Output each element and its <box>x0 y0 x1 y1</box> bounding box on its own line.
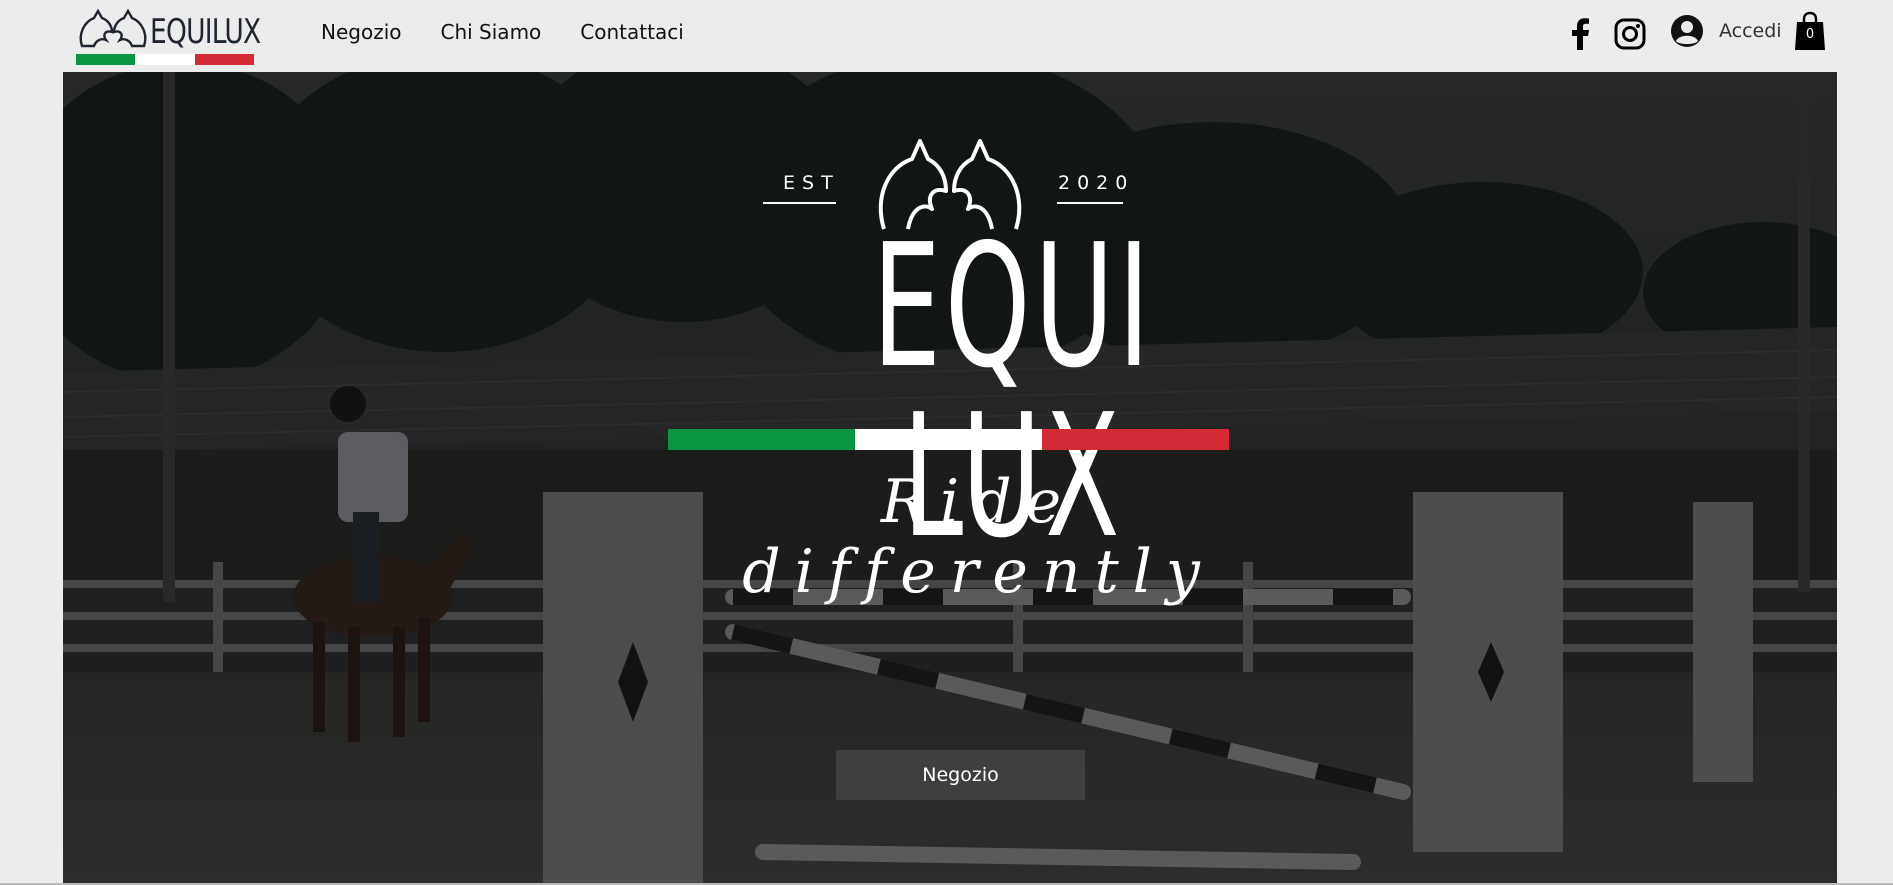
cart-count: 0 <box>1805 27 1815 42</box>
login-button[interactable]: Accedi <box>1671 15 1782 47</box>
social-links <box>1568 18 1646 50</box>
nav-chi-siamo[interactable]: Chi Siamo <box>441 20 542 44</box>
instagram-icon[interactable] <box>1614 18 1646 50</box>
nav-contattaci[interactable]: Contattaci <box>580 20 683 44</box>
logo-italian-flag <box>76 54 254 65</box>
cart-button[interactable]: 0 <box>1794 11 1826 51</box>
hero-tagline: Ride differently <box>742 467 1214 607</box>
login-label: Accedi <box>1719 20 1782 42</box>
main-nav: Negozio Chi Siamo Contattaci <box>321 20 684 44</box>
hero-italian-flag <box>668 429 1229 450</box>
site-logo[interactable]: EQUILUX <box>74 6 261 66</box>
est-year: 2020 <box>1058 172 1135 194</box>
year-underline <box>1057 202 1123 204</box>
logo-wordmark: EQUILUX <box>150 12 261 52</box>
shop-cta-button[interactable]: Negozio <box>836 750 1085 800</box>
nav-negozio[interactable]: Negozio <box>321 20 402 44</box>
facebook-icon[interactable] <box>1568 18 1592 50</box>
horse-heads-logo-icon <box>79 8 147 48</box>
site-header: EQUILUX Negozio Chi Siamo Contattaci Acc… <box>0 0 1893 72</box>
hero-brand-block: EST 2020 EQUI LUX Ride differently Negoz… <box>63 72 1837 885</box>
hero-section: EST 2020 EQUI LUX Ride differently Negoz… <box>63 72 1837 885</box>
est-underline <box>763 202 836 204</box>
est-label: EST <box>783 172 840 194</box>
user-avatar-icon <box>1671 15 1703 47</box>
